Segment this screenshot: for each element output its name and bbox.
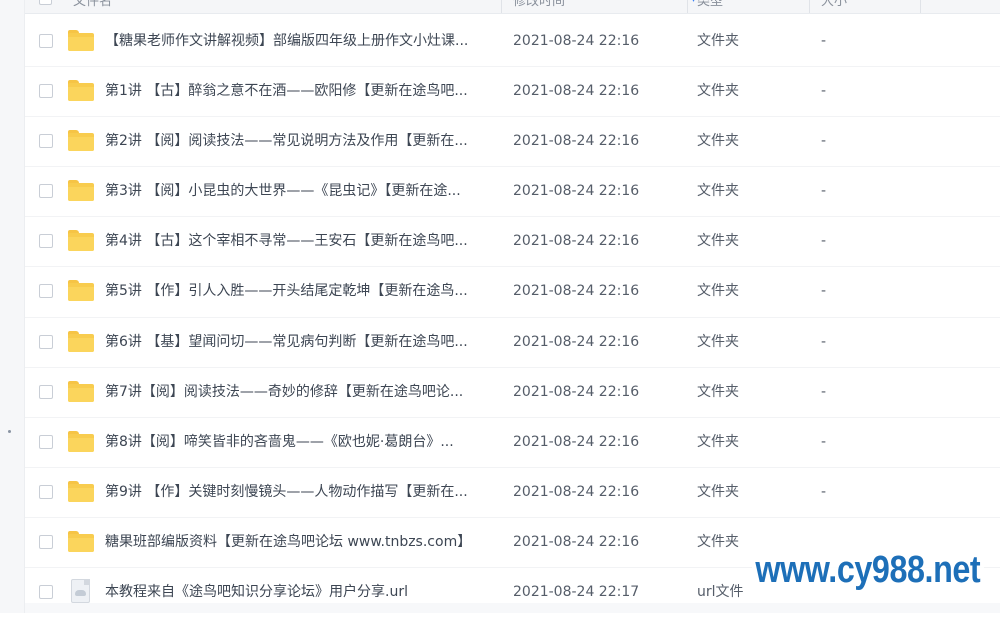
folder-icon bbox=[68, 180, 94, 202]
modified-date: 2021-08-24 22:16 bbox=[513, 383, 640, 400]
file-type: 文件夹 bbox=[697, 483, 739, 500]
modified-date: 2021-08-24 22:16 bbox=[513, 333, 640, 350]
file-type: 文件夹 bbox=[697, 333, 739, 350]
row-checkbox[interactable] bbox=[39, 84, 53, 99]
file-name[interactable]: 第6讲 【基】望闻问切——常见病句判断【更新在途鸟吧... bbox=[105, 318, 490, 367]
file-name[interactable]: 糖果班部编版资料【更新在途鸟吧论坛 www.tnbzs.com】 bbox=[105, 518, 490, 567]
row-checkbox[interactable] bbox=[39, 334, 53, 349]
table-row[interactable]: 第8讲【阅】啼笑皆非的吝啬鬼——《欧也妮·葛朗台》... 2021-08-24 … bbox=[25, 418, 1000, 468]
file-size: - bbox=[821, 83, 827, 100]
file-type: 文件夹 bbox=[697, 83, 739, 100]
row-checkbox[interactable] bbox=[39, 484, 53, 499]
folder-icon bbox=[68, 130, 94, 152]
file-type: 文件夹 bbox=[697, 233, 739, 250]
folder-icon bbox=[68, 230, 94, 252]
row-checkbox[interactable] bbox=[39, 284, 53, 299]
table-row[interactable]: 第1讲 【古】醉翁之意不在酒——欧阳修【更新在途鸟吧... 2021-08-24… bbox=[25, 67, 1000, 118]
left-panel-edge bbox=[0, 0, 25, 613]
row-checkbox[interactable] bbox=[39, 434, 53, 449]
column-divider[interactable] bbox=[920, 0, 921, 13]
file-name[interactable]: 第7讲【阅】阅读技法——奇妙的修辞【更新在途鸟吧论... bbox=[105, 368, 490, 417]
column-header-date[interactable]: 修改时间 bbox=[513, 0, 565, 12]
file-list-header: 文件名 修改时间 ▾ 类型 大小 bbox=[25, 0, 1000, 14]
row-checkbox[interactable] bbox=[39, 585, 53, 600]
modified-date: 2021-08-24 22:16 bbox=[513, 233, 640, 250]
folder-icon bbox=[68, 430, 94, 452]
table-row[interactable]: 第9讲 【作】关键时刻慢镜头——人物动作描写【更新在... 2021-08-24… bbox=[25, 468, 1000, 518]
folder-icon bbox=[68, 80, 94, 102]
column-header-name[interactable]: 文件名 bbox=[73, 0, 112, 12]
table-row[interactable]: 【糖果老师作文讲解视频】部编版四年级上册作文小灶课... 2021-08-24 … bbox=[25, 17, 1000, 68]
table-row[interactable]: 第3讲 【阅】小昆虫的大世界——《昆虫记》【更新在途... 2021-08-24… bbox=[25, 167, 1000, 218]
file-name[interactable]: 第5讲 【作】引人入胜——开头结尾定乾坤【更新在途鸟... bbox=[105, 267, 490, 316]
file-type: 文件夹 bbox=[697, 533, 739, 550]
folder-icon bbox=[68, 530, 94, 552]
column-header-size[interactable]: 大小 bbox=[821, 0, 847, 12]
modified-date: 2021-08-24 22:16 bbox=[513, 433, 640, 450]
row-checkbox[interactable] bbox=[39, 234, 53, 249]
table-row[interactable]: 第4讲 【古】这个宰相不寻常——王安石【更新在途鸟吧... 2021-08-24… bbox=[25, 217, 1000, 268]
file-name[interactable]: 第9讲 【作】关键时刻慢镜头——人物动作描写【更新在... bbox=[105, 468, 490, 517]
file-size: - bbox=[821, 283, 827, 300]
file-name[interactable]: 第3讲 【阅】小昆虫的大世界——《昆虫记》【更新在途... bbox=[105, 167, 490, 216]
folder-icon bbox=[68, 380, 94, 402]
table-row[interactable]: 第6讲 【基】望闻问切——常见病句判断【更新在途鸟吧... 2021-08-24… bbox=[25, 318, 1000, 368]
row-checkbox[interactable] bbox=[39, 534, 53, 549]
file-size: - bbox=[821, 183, 827, 200]
column-divider[interactable] bbox=[501, 0, 502, 13]
folder-icon bbox=[68, 30, 94, 51]
folder-icon bbox=[68, 330, 94, 352]
column-divider[interactable] bbox=[687, 0, 688, 13]
file-size: - bbox=[821, 483, 827, 500]
file-name[interactable]: 第8讲【阅】啼笑皆非的吝啬鬼——《欧也妮·葛朗台》... bbox=[105, 418, 490, 467]
site-watermark: www.cy988.net bbox=[752, 549, 984, 592]
row-checkbox[interactable] bbox=[39, 134, 53, 149]
file-size: - bbox=[821, 383, 827, 400]
column-header-type[interactable]: 类型 bbox=[697, 0, 723, 12]
folder-icon bbox=[68, 280, 94, 302]
modified-date: 2021-08-24 22:16 bbox=[513, 133, 640, 150]
list-footer bbox=[25, 603, 1000, 613]
folder-icon bbox=[68, 480, 94, 502]
file-name[interactable]: 第2讲 【阅】阅读技法——常见说明方法及作用【更新在... bbox=[105, 117, 490, 166]
file-name[interactable]: 第4讲 【古】这个宰相不寻常——王安石【更新在途鸟吧... bbox=[105, 217, 490, 266]
table-row[interactable]: 第2讲 【阅】阅读技法——常见说明方法及作用【更新在... 2021-08-24… bbox=[25, 117, 1000, 168]
row-checkbox[interactable] bbox=[39, 184, 53, 199]
file-size: - bbox=[821, 233, 827, 250]
file-size: - bbox=[821, 33, 827, 49]
row-checkbox[interactable] bbox=[39, 384, 53, 399]
file-type: 文件夹 bbox=[697, 433, 739, 450]
file-list: 【糖果老师作文讲解视频】部编版四年级上册作文小灶课... 2021-08-24 … bbox=[25, 17, 1000, 617]
row-checkbox[interactable] bbox=[39, 34, 53, 48]
file-type: 文件夹 bbox=[697, 283, 739, 300]
table-row[interactable]: 第7讲【阅】阅读技法——奇妙的修辞【更新在途鸟吧论... 2021-08-24 … bbox=[25, 368, 1000, 418]
file-size: - bbox=[821, 133, 827, 150]
file-size: - bbox=[821, 333, 827, 350]
modified-date: 2021-08-24 22:16 bbox=[513, 183, 640, 200]
modified-date: 2021-08-24 22:16 bbox=[513, 33, 640, 49]
select-all-checkbox[interactable] bbox=[39, 0, 52, 5]
table-row[interactable]: 第5讲 【作】引人入胜——开头结尾定乾坤【更新在途鸟... 2021-08-24… bbox=[25, 267, 1000, 318]
url-file-icon bbox=[71, 579, 90, 604]
column-divider[interactable] bbox=[809, 0, 810, 13]
file-size: - bbox=[821, 433, 827, 450]
sort-arrow-icon[interactable]: ▾ bbox=[691, 0, 696, 5]
file-name[interactable]: 【糖果老师作文讲解视频】部编版四年级上册作文小灶课... bbox=[105, 17, 490, 66]
file-type: 文件夹 bbox=[697, 133, 739, 150]
file-name[interactable]: 第1讲 【古】醉翁之意不在酒——欧阳修【更新在途鸟吧... bbox=[105, 67, 490, 116]
modified-date: 2021-08-24 22:16 bbox=[513, 283, 640, 300]
file-type: 文件夹 bbox=[697, 383, 739, 400]
modified-date: 2021-08-24 22:16 bbox=[513, 533, 640, 550]
modified-date: 2021-08-24 22:16 bbox=[513, 83, 640, 100]
modified-date: 2021-08-24 22:16 bbox=[513, 483, 640, 500]
file-type: 文件夹 bbox=[697, 183, 739, 200]
panel-marker bbox=[8, 430, 11, 433]
file-type: 文件夹 bbox=[697, 33, 739, 49]
